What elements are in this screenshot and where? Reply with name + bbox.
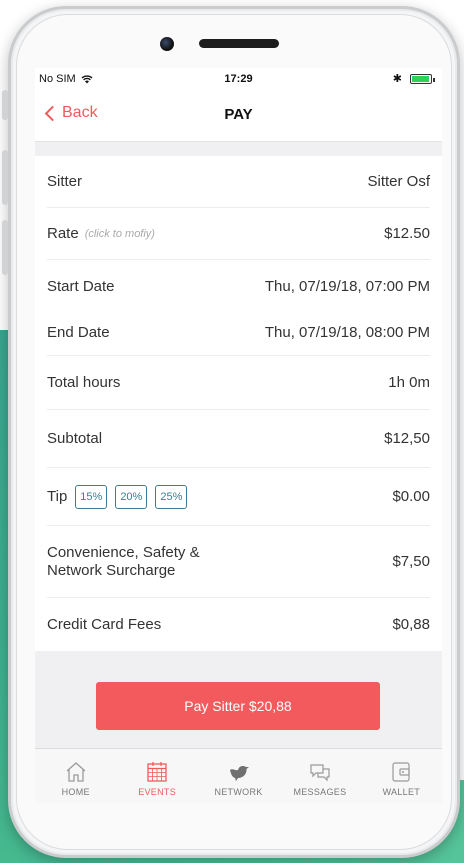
bluetooth-icon: ✱ [392,73,402,85]
tab-home[interactable]: HOME [35,749,116,803]
tab-home-label: HOME [61,787,90,797]
tab-wallet[interactable]: WALLET [361,749,442,803]
tab-messages-label: MESSAGES [293,787,347,797]
subtotal-value: $12,50 [384,430,430,447]
tip-label-group: Tip 15% 20% 25% [47,484,188,509]
wallet-icon [392,762,410,782]
subtotal-row: Subtotal $12,50 [47,410,430,468]
sitter-value: Sitter Osf [367,173,430,190]
end-date-row: End Date Thu, 07/19/18, 08:00 PM [47,310,430,356]
total-hours-value: 1h 0m [388,374,430,391]
tip-row: Tip 15% 20% 25% $0.00 [47,468,430,526]
pay-sitter-button[interactable]: Pay Sitter $20,88 [96,682,380,730]
tab-events-label: EVENTS [138,787,177,797]
tab-messages[interactable]: MESSAGES [279,749,360,803]
start-date-value: Thu, 07/19/18, 07:00 PM [264,277,430,295]
card-fees-value: $0,88 [392,616,430,633]
total-hours-row: Total hours 1h 0m [47,356,430,410]
start-date-label: Start Date [47,277,115,295]
payment-details: Sitter Sitter Osf Rate (click to mofiy) … [35,156,442,651]
start-date-row: Start Date Thu, 07/19/18, 07:00 PM [47,262,430,310]
total-hours-label: Total hours [47,374,121,391]
chat-icon [310,764,330,782]
surcharge-label-line1: Convenience, Safety & [47,543,200,561]
app-screen: No SIM 17:29 ✱ Back PAY Sitter Sitter Os… [35,68,442,803]
rate-value[interactable]: $12.50 [384,225,430,242]
page-title: PAY [224,106,253,123]
surcharge-row: Convenience, Safety & Network Surcharge … [47,526,430,598]
end-date-label: End Date [47,324,110,341]
tab-network-label: NETWORK [214,787,263,797]
sitter-row: Sitter Sitter Osf [47,156,430,208]
tip-value: $0.00 [392,488,430,505]
sitter-label: Sitter [47,173,83,190]
battery-icon [410,74,435,84]
rate-hint: (click to mofiy) [84,227,155,240]
volume-up-button [2,150,8,205]
end-date-value: Thu, 07/19/18, 08:00 PM [264,324,430,341]
calendar-icon [147,762,167,782]
rate-label: Rate [47,225,79,242]
tab-network[interactable]: NETWORK [198,749,279,803]
status-bar: No SIM 17:29 ✱ [35,68,442,88]
surcharge-label: Convenience, Safety & Network Surcharge [47,544,200,580]
navigation-bar: Back PAY [35,88,442,142]
rate-row[interactable]: Rate (click to mofiy) $12.50 [47,208,430,260]
tip-15-button[interactable]: 15% [75,484,108,509]
card-fees-label: Credit Card Fees [47,616,162,633]
tip-20-button[interactable]: 20% [115,484,148,509]
tab-events[interactable]: EVENTS [116,749,197,803]
rate-label-group: Rate (click to mofiy) [47,225,155,242]
status-time: 17:29 [224,73,253,85]
tip-label: Tip [47,488,68,505]
tab-wallet-label: WALLET [382,787,421,797]
surcharge-value: $7,50 [392,553,430,570]
home-icon [66,762,86,782]
subtotal-label: Subtotal [47,430,103,447]
surcharge-label-line2: Network Surcharge [47,561,176,579]
mute-switch [2,90,8,120]
earpiece-speaker [199,39,279,48]
tab-bar: HOME EVENTS NETWORK MESSAGES WALLET [35,748,442,803]
card-fees-row: Credit Card Fees $0,88 [47,598,430,651]
tip-25-button[interactable]: 25% [155,484,188,509]
front-camera [160,37,174,51]
volume-down-button [2,220,8,275]
bird-icon [229,766,249,781]
